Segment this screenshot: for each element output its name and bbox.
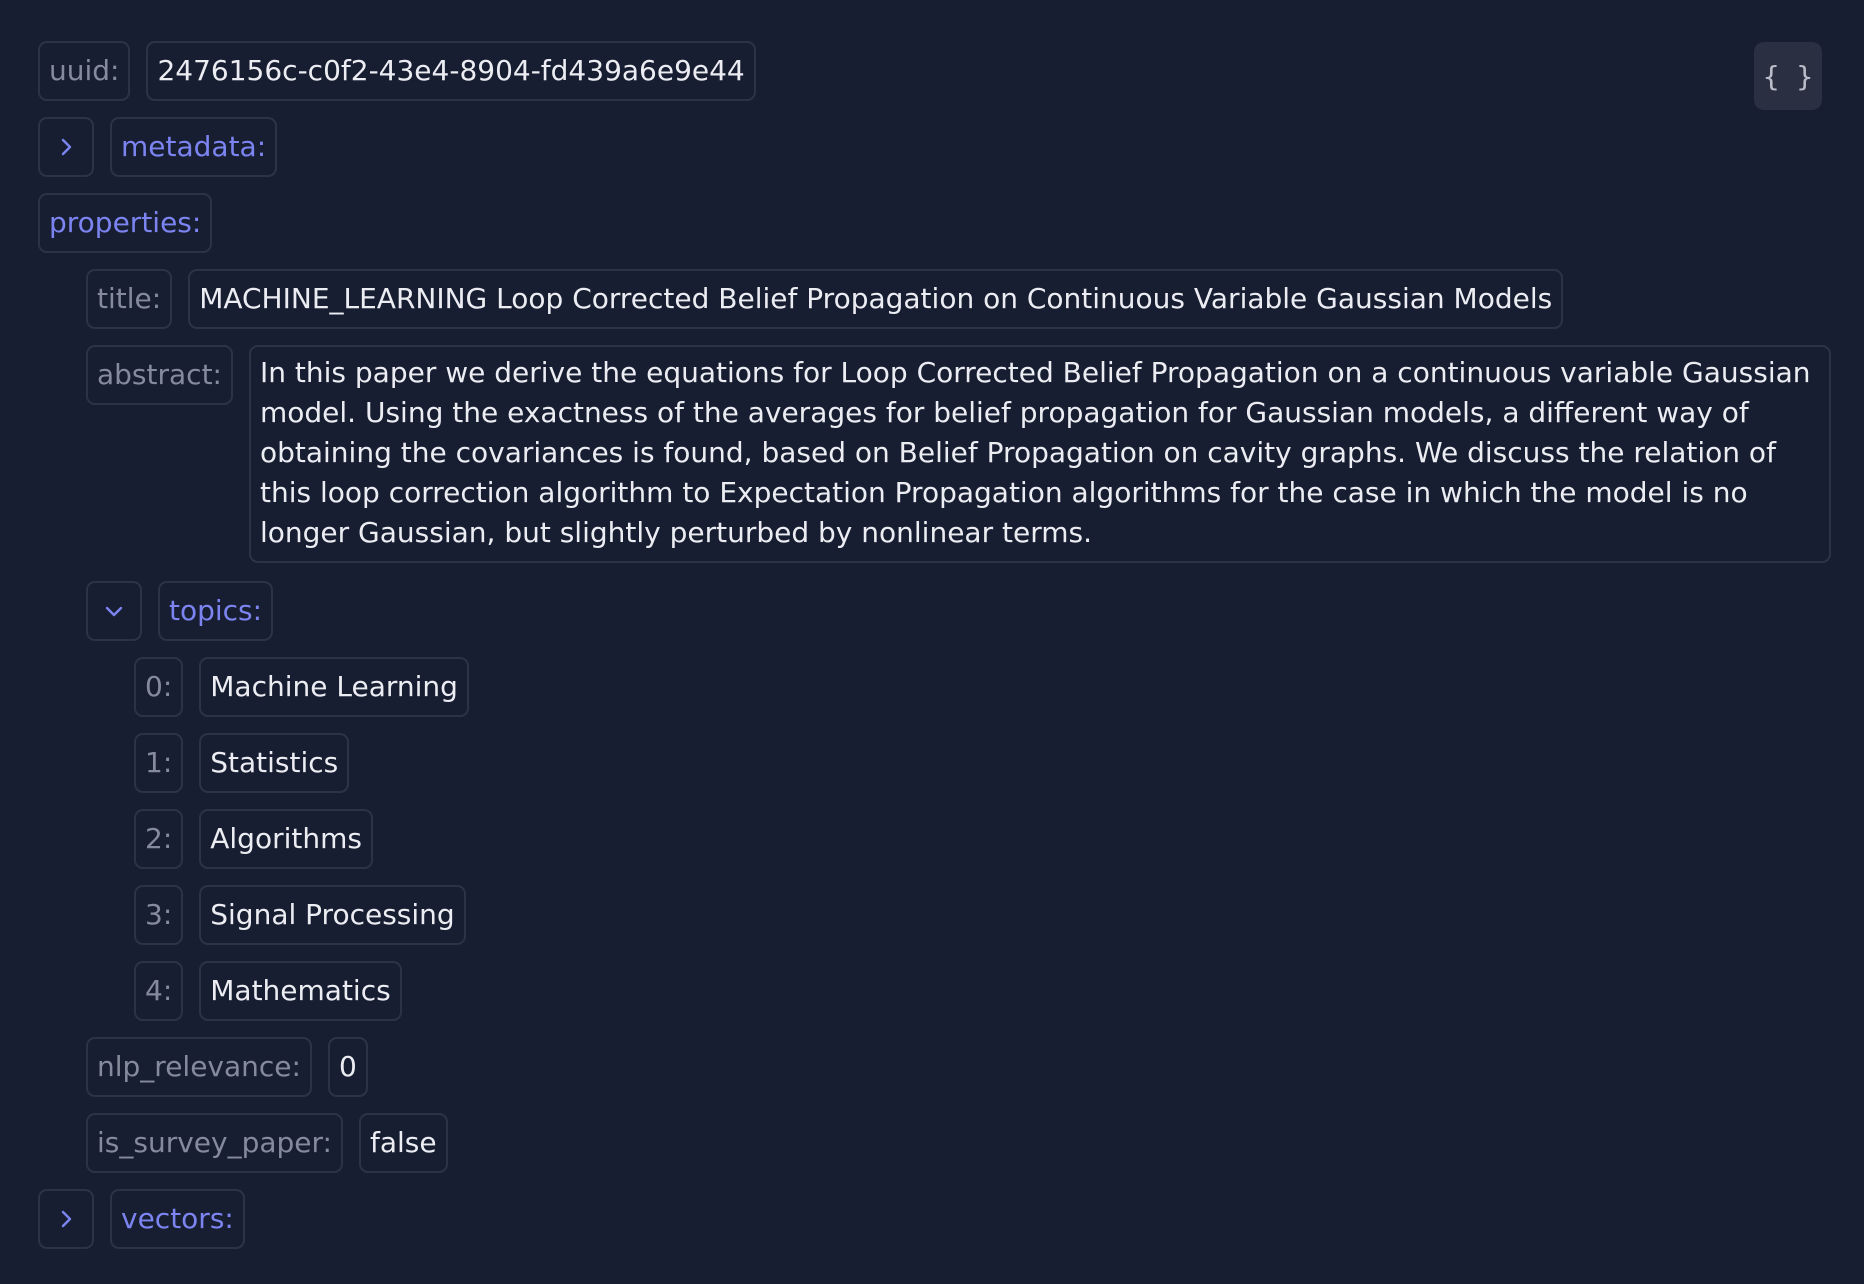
- abstract-row: abstract: In this paper we derive the eq…: [86, 345, 1831, 563]
- vectors-row: vectors:: [38, 1189, 245, 1249]
- uuid-value: 2476156c-c0f2-43e4-8904-fd439a6e9e44: [146, 41, 756, 101]
- is-survey-paper-value: false: [358, 1113, 448, 1173]
- title-row: title: MACHINE_LEARNING Loop Corrected B…: [86, 269, 1564, 329]
- topics-collapse-toggle[interactable]: [86, 581, 142, 641]
- metadata-expand-toggle[interactable]: [38, 117, 94, 177]
- topic-item: 1: Statistics: [134, 733, 350, 793]
- topic-value: Statistics: [199, 733, 350, 793]
- chevron-right-icon: [61, 138, 72, 156]
- uuid-key: uuid:: [38, 41, 131, 101]
- topic-item: 4: Mathematics: [134, 961, 402, 1021]
- chevron-right-icon: [61, 1210, 72, 1228]
- topic-value: Machine Learning: [199, 657, 469, 717]
- metadata-key[interactable]: metadata:: [110, 117, 278, 177]
- title-value: MACHINE_LEARNING Loop Corrected Belief P…: [188, 269, 1564, 329]
- topics-row: topics:: [86, 581, 274, 641]
- topic-index: 2:: [134, 809, 184, 869]
- is-survey-paper-row: is_survey_paper: false: [86, 1113, 448, 1173]
- topic-index: 1:: [134, 733, 184, 793]
- nlp-relevance-value: 0: [327, 1037, 368, 1097]
- topic-value: Algorithms: [199, 809, 373, 869]
- topic-item: 3: Signal Processing: [134, 885, 466, 945]
- properties-row: properties:: [38, 193, 213, 253]
- topic-index: 4:: [134, 961, 184, 1021]
- is-survey-paper-key: is_survey_paper:: [86, 1113, 343, 1173]
- metadata-row: metadata:: [38, 117, 278, 177]
- topic-value: Signal Processing: [199, 885, 466, 945]
- nlp-relevance-row: nlp_relevance: 0: [86, 1037, 368, 1097]
- vectors-key[interactable]: vectors:: [110, 1189, 245, 1249]
- chevron-down-icon: [105, 606, 123, 617]
- nlp-relevance-key: nlp_relevance:: [86, 1037, 312, 1097]
- topic-index: 0:: [134, 657, 184, 717]
- vectors-expand-toggle[interactable]: [38, 1189, 94, 1249]
- topics-key[interactable]: topics:: [158, 581, 274, 641]
- properties-key[interactable]: properties:: [38, 193, 213, 253]
- uuid-row: uuid: 2476156c-c0f2-43e4-8904-fd439a6e9e…: [38, 41, 756, 101]
- abstract-key: abstract:: [86, 345, 233, 405]
- topic-item: 0: Machine Learning: [134, 657, 469, 717]
- abstract-value: In this paper we derive the equations fo…: [248, 345, 1831, 563]
- topic-item: 2: Algorithms: [134, 809, 373, 869]
- topic-index: 3:: [134, 885, 184, 945]
- view-json-button[interactable]: { }: [1754, 42, 1822, 110]
- topic-value: Mathematics: [199, 961, 402, 1021]
- title-key: title:: [86, 269, 173, 329]
